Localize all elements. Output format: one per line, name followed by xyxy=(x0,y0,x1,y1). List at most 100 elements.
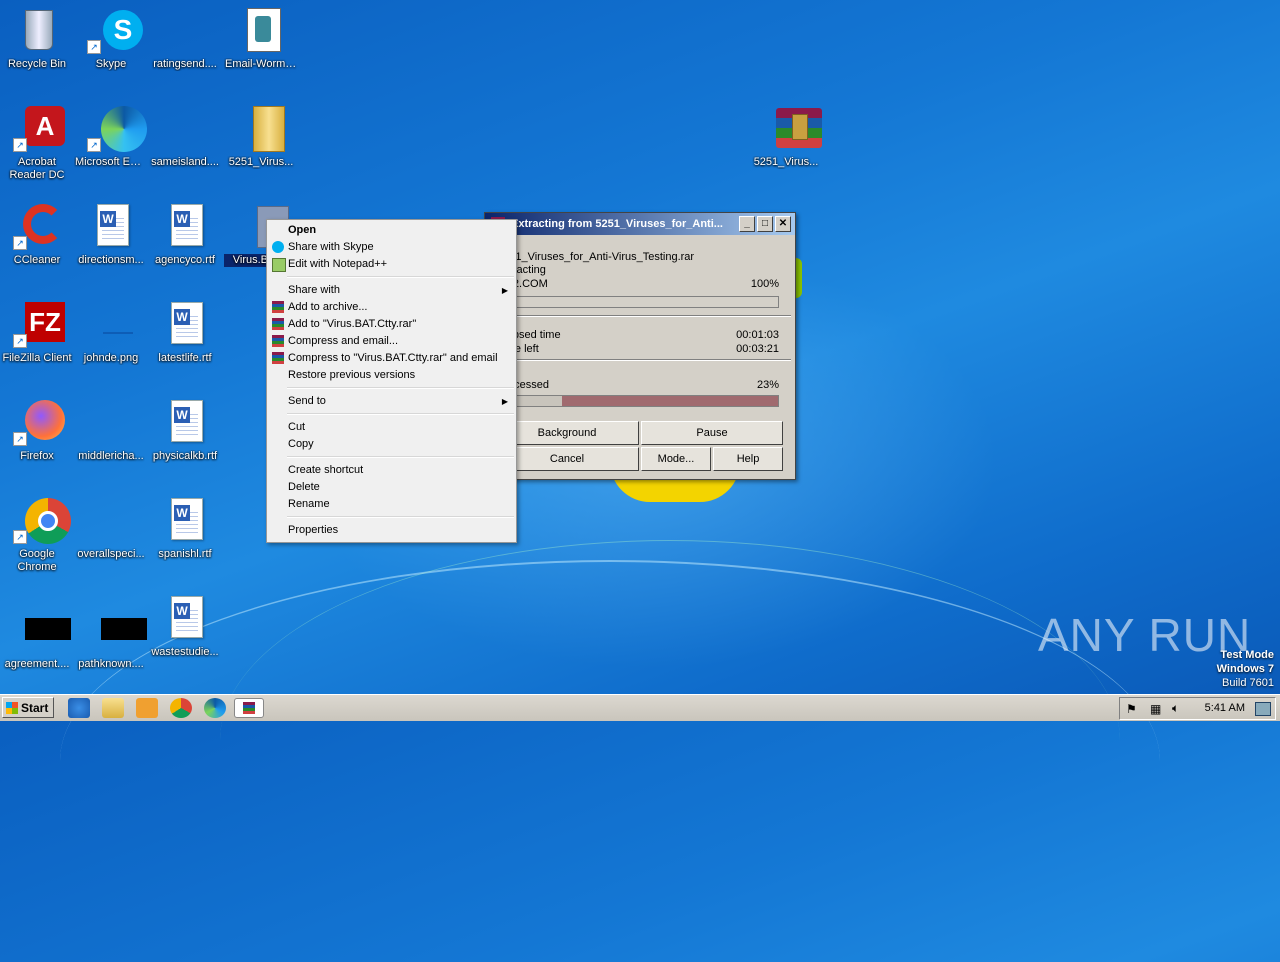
word-document-icon: W xyxy=(161,594,209,642)
menu-item-add-rar[interactable]: Add to "Virus.BAT.Ctty.rar" xyxy=(269,316,514,333)
acrobat-icon: A ↗ xyxy=(13,104,65,152)
chrome-icon: ↗ xyxy=(13,496,71,544)
submenu-arrow-icon: ▶ xyxy=(501,286,508,295)
elapsed-value: 00:01:03 xyxy=(736,329,779,341)
desktop-icon-acrobat[interactable]: A ↗ Acrobat Reader DC xyxy=(0,104,74,182)
minimize-button[interactable]: _ xyxy=(739,216,755,232)
file-icon xyxy=(87,496,135,544)
menu-item-compress-rar-email[interactable]: Compress to "Virus.BAT.Ctty.rar" and ema… xyxy=(269,350,514,367)
menu-item-create-shortcut[interactable]: Create shortcut xyxy=(269,462,514,479)
mode-button[interactable]: Mode... xyxy=(641,447,711,471)
desktop-icon-pathknown[interactable]: pathknown.... xyxy=(74,606,148,671)
menu-separator xyxy=(287,276,514,278)
winrar-icon xyxy=(272,318,284,330)
internet-explorer-icon[interactable] xyxy=(68,698,90,718)
folder-icon xyxy=(237,104,285,152)
winrar-icon xyxy=(272,352,284,364)
help-button[interactable]: Help xyxy=(713,447,783,471)
firefox-icon: ↗ xyxy=(13,398,65,446)
menu-item-add-archive[interactable]: Add to archive... xyxy=(269,299,514,316)
menu-item-delete[interactable]: Delete xyxy=(269,479,514,496)
desktop-icon-middlericha[interactable]: middlericha... xyxy=(74,398,148,463)
menu-separator xyxy=(287,456,514,458)
menu-item-copy[interactable]: Copy xyxy=(269,436,514,453)
dialog-titlebar[interactable]: Extracting from 5251_Viruses_for_Anti...… xyxy=(485,213,795,235)
desktop-icon-agencyco[interactable]: W agencyco.rtf xyxy=(148,202,222,267)
clock[interactable]: 5:41 AM xyxy=(1205,698,1245,719)
desktop-icon-5251-virus-folder[interactable]: 5251_Virus... xyxy=(224,104,298,169)
filezilla-icon: FZ ↗ xyxy=(13,300,65,348)
desktop-icon-ratingsend[interactable]: ratingsend.... xyxy=(148,6,222,71)
desktop-icon-filezilla[interactable]: FZ ↗ FileZilla Client xyxy=(0,300,74,365)
shortcut-arrow-icon: ↗ xyxy=(13,138,27,152)
show-desktop-icon[interactable] xyxy=(1255,702,1271,716)
desktop-icon-physicalkb[interactable]: W physicalkb.rtf xyxy=(148,398,222,463)
network-icon[interactable]: ▦ xyxy=(1150,702,1161,716)
desktop-icon-directionsm[interactable]: W directionsm... xyxy=(74,202,148,267)
pause-button[interactable]: Pause xyxy=(641,421,783,445)
desktop-icon-firefox[interactable]: ↗ Firefox xyxy=(0,398,74,463)
processed-percent: 23% xyxy=(756,379,779,391)
divider xyxy=(489,359,791,361)
desktop-icon-spanishl[interactable]: W spanishl.rtf xyxy=(148,496,222,561)
volume-icon[interactable]: 🔈︎ xyxy=(1172,701,1179,716)
menu-item-edit-notepad[interactable]: Edit with Notepad++ xyxy=(269,256,514,273)
maximize-button[interactable]: □ xyxy=(757,216,773,232)
context-menu[interactable]: Open Share with Skype Edit with Notepad+… xyxy=(266,219,517,543)
file-percent: 100% xyxy=(750,278,779,290)
menu-item-rename[interactable]: Rename xyxy=(269,496,514,513)
close-button[interactable]: ✕ xyxy=(775,216,791,232)
edge-icon[interactable] xyxy=(204,698,226,718)
dialog-title: Extracting from 5251_Viruses_for_Anti... xyxy=(511,218,723,230)
wallpaper-arc xyxy=(220,540,1120,941)
desktop-icon-skype[interactable]: S ↗ Skype xyxy=(74,6,148,71)
menu-item-compress-email[interactable]: Compress and email... xyxy=(269,333,514,350)
explorer-icon[interactable] xyxy=(102,698,124,718)
menu-item-properties[interactable]: Properties xyxy=(269,522,514,539)
desktop-icon-wastestudie[interactable]: W wastestudie... xyxy=(148,594,222,659)
desktop-icon-overallspeci[interactable]: overallspeci... xyxy=(74,496,148,561)
desktop-icon-5251-virus-rar[interactable]: 5251_Virus... xyxy=(749,104,823,169)
start-button[interactable]: Start xyxy=(2,697,54,718)
desktop-icon-johnde[interactable]: johnde.png xyxy=(74,300,148,365)
menu-item-cut[interactable]: Cut xyxy=(269,419,514,436)
winrar-taskbar-button[interactable] xyxy=(234,698,264,718)
status-text: Extracting xyxy=(497,264,546,276)
shortcut-arrow-icon: ↗ xyxy=(87,40,101,54)
divider xyxy=(489,315,791,317)
desktop-icon-latestlife[interactable]: W latestlife.rtf xyxy=(148,300,222,365)
script-file-icon xyxy=(237,6,285,54)
menu-item-send-to[interactable]: Send to ▶ xyxy=(269,393,514,410)
file-icon xyxy=(161,104,209,152)
flag-icon[interactable]: ⚑ xyxy=(1126,702,1137,716)
menu-item-open[interactable]: Open xyxy=(269,222,514,239)
edge-icon: ↗ xyxy=(87,104,147,152)
chrome-icon[interactable] xyxy=(170,698,192,718)
desktop-icon-chrome[interactable]: ↗ Google Chrome xyxy=(0,496,74,574)
file-progress-bar xyxy=(497,296,779,308)
menu-item-share-skype[interactable]: Share with Skype xyxy=(269,239,514,256)
desktop-icon-email-worm[interactable]: Email-Worm.... xyxy=(224,6,298,71)
windows-logo-icon xyxy=(6,702,18,714)
desktop-icon-recycle-bin[interactable]: Recycle Bin xyxy=(0,6,74,71)
time-left-value: 00:03:21 xyxy=(736,343,779,355)
system-tray: ⚑ ▦ 🔈︎ 5:41 AM xyxy=(1119,697,1276,720)
ccleaner-icon: ↗ xyxy=(13,202,63,250)
desktop-icon-ccleaner[interactable]: ↗ CCleaner xyxy=(0,202,74,267)
skype-icon xyxy=(272,241,284,253)
winrar-icon xyxy=(243,702,255,714)
extraction-dialog[interactable]: Extracting from 5251_Viruses_for_Anti...… xyxy=(484,212,796,480)
processed-progress-bar xyxy=(497,395,779,407)
recycle-bin-icon xyxy=(13,6,61,54)
file-icon xyxy=(161,6,209,54)
menu-item-restore[interactable]: Restore previous versions xyxy=(269,367,514,384)
file-progress-fill xyxy=(498,297,778,307)
word-document-icon: W xyxy=(161,398,209,446)
media-player-icon[interactable] xyxy=(136,698,158,718)
file-icon xyxy=(87,606,147,654)
processed-progress-remaining xyxy=(562,396,778,406)
desktop-icon-agreement[interactable]: agreement.... xyxy=(0,606,74,671)
desktop-icon-edge[interactable]: ↗ Microsoft Edge xyxy=(74,104,148,169)
desktop-icon-sameisland[interactable]: sameisland.... xyxy=(148,104,222,169)
menu-item-share-with[interactable]: Share with ▶ xyxy=(269,282,514,299)
